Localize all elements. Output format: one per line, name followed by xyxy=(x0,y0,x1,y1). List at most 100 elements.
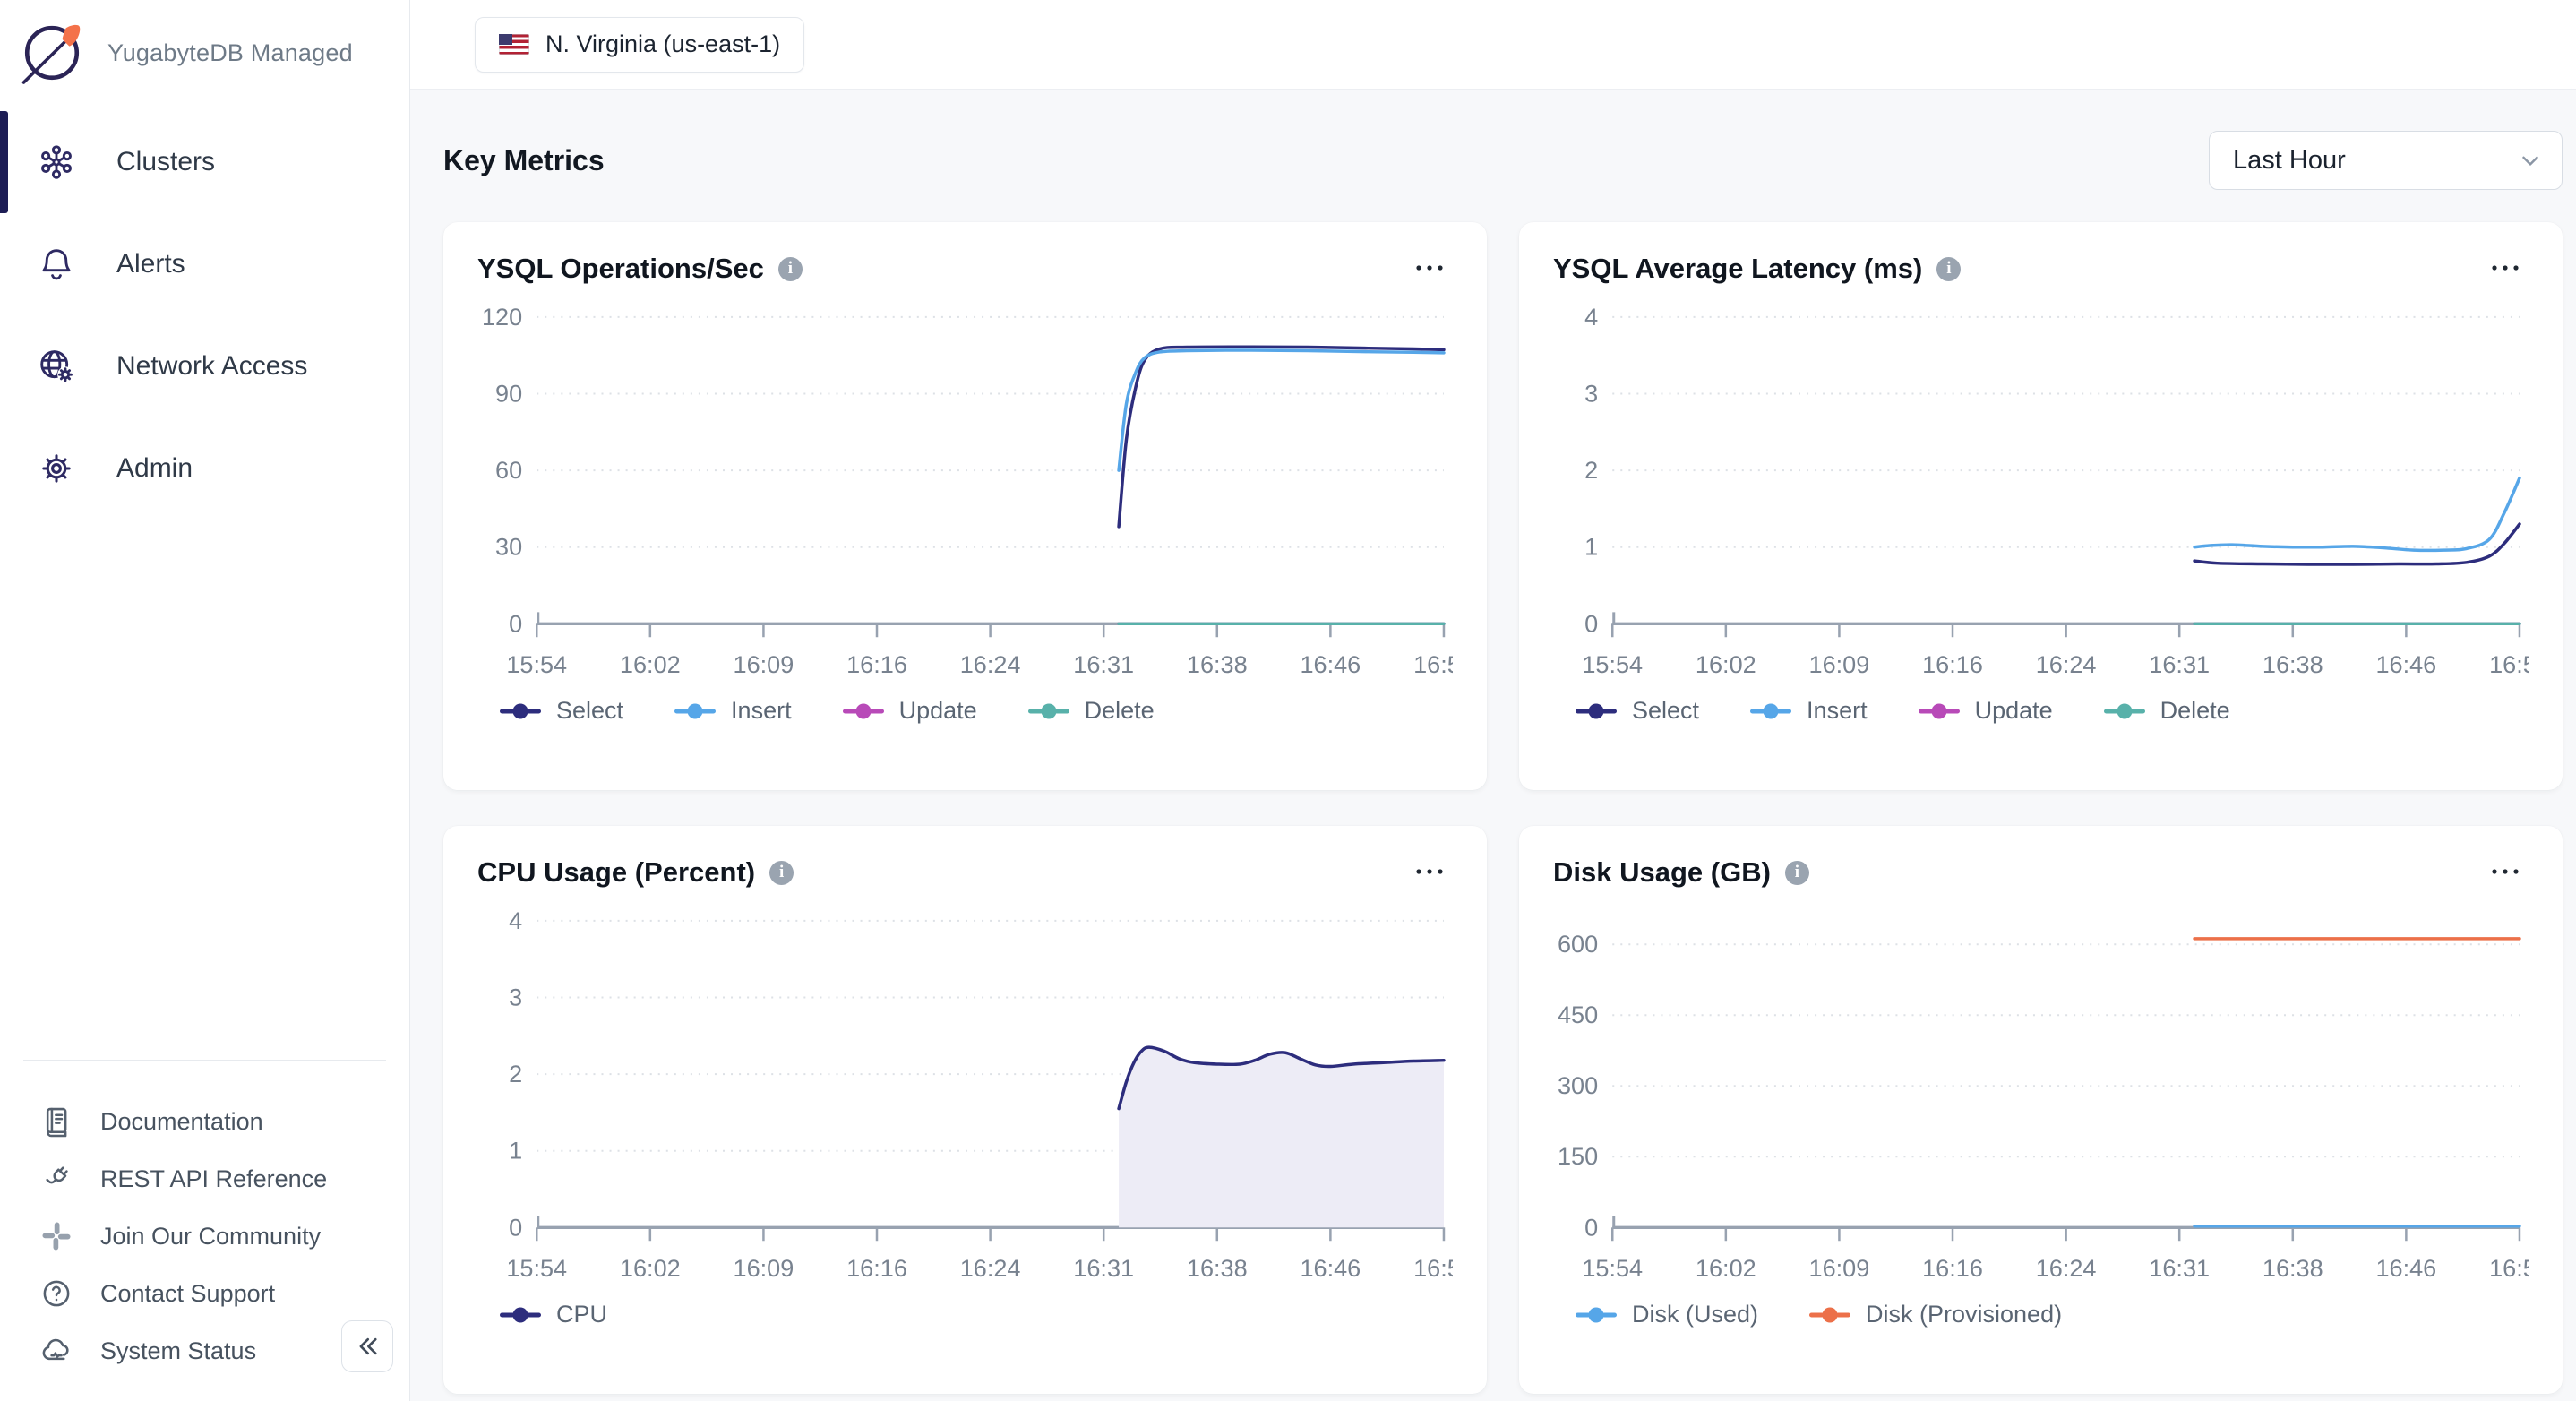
svg-text:16:09: 16:09 xyxy=(734,1255,794,1282)
svg-text:16:16: 16:16 xyxy=(846,1255,907,1282)
sidebar-item-label: Network Access xyxy=(116,351,307,382)
legend-item-insert[interactable]: Insert xyxy=(674,697,792,725)
svg-text:0: 0 xyxy=(1584,610,1598,637)
main-area: N. Virginia (us-east-1) Key Metrics Last… xyxy=(410,0,2576,1401)
card-header: Disk Usage (GB) i xyxy=(1553,856,2529,889)
svg-text:30: 30 xyxy=(495,534,522,561)
legend-label: Insert xyxy=(731,697,792,725)
legend-marker xyxy=(1808,1305,1851,1325)
link-label: Contact Support xyxy=(100,1280,275,1308)
info-icon[interactable]: i xyxy=(1936,257,1961,281)
card-title: Disk Usage (GB) xyxy=(1553,856,1771,889)
time-range-select[interactable]: Last Hour xyxy=(2209,131,2563,190)
svg-text:16:54: 16:54 xyxy=(2489,1255,2529,1282)
info-icon[interactable]: i xyxy=(769,861,794,885)
legend-label: Update xyxy=(899,697,977,725)
legend-item-select[interactable]: Select xyxy=(1575,697,1699,725)
info-icon[interactable]: i xyxy=(1785,861,1809,885)
card-header: YSQL Average Latency (ms) i xyxy=(1553,253,2529,285)
legend-item-update[interactable]: Update xyxy=(1918,697,2053,725)
legend-marker xyxy=(499,1305,542,1325)
svg-text:16:02: 16:02 xyxy=(620,651,681,678)
legend-item-select[interactable]: Select xyxy=(499,697,623,725)
sidebar-item-admin[interactable]: Admin xyxy=(0,437,409,500)
legend-label: Select xyxy=(1632,697,1699,725)
svg-text:16:24: 16:24 xyxy=(960,651,1021,678)
svg-text:15:54: 15:54 xyxy=(506,651,567,678)
svg-text:1: 1 xyxy=(1584,534,1598,561)
svg-text:16:38: 16:38 xyxy=(1187,651,1248,678)
app-title: YugabyteDB Managed xyxy=(107,39,353,67)
svg-text:1: 1 xyxy=(509,1138,522,1165)
legend-item-update[interactable]: Update xyxy=(842,697,977,725)
svg-text:2: 2 xyxy=(1584,457,1598,484)
legend-label: Update xyxy=(1975,697,2053,725)
sidebar-collapse-button[interactable] xyxy=(341,1320,393,1372)
svg-text:16:31: 16:31 xyxy=(2149,1255,2210,1282)
svg-text:3: 3 xyxy=(1584,381,1598,408)
svg-text:0: 0 xyxy=(509,1214,522,1241)
legend-item-delete[interactable]: Delete xyxy=(1027,697,1155,725)
svg-text:16:02: 16:02 xyxy=(620,1255,681,1282)
cpu-usage-chart: 0123415:5416:0216:0916:1616:2416:3116:38… xyxy=(477,896,1453,1288)
card-ysql-latency: YSQL Average Latency (ms) i 0123415:5416… xyxy=(1519,222,2563,790)
svg-text:16:24: 16:24 xyxy=(960,1255,1021,1282)
info-icon[interactable]: i xyxy=(778,257,803,281)
link-contact-support[interactable]: Contact Support xyxy=(0,1265,409,1322)
card-menu-button[interactable] xyxy=(2482,860,2529,886)
svg-text:15:54: 15:54 xyxy=(506,1255,567,1282)
legend-item-disk-provisioned[interactable]: Disk (Provisioned) xyxy=(1808,1301,2062,1328)
link-rest-api-reference[interactable]: REST API Reference xyxy=(0,1150,409,1208)
card-menu-button[interactable] xyxy=(1406,860,1453,886)
chart-legend: Disk (Used) Disk (Provisioned) xyxy=(1553,1301,2529,1328)
legend-item-insert[interactable]: Insert xyxy=(1749,697,1868,725)
svg-text:150: 150 xyxy=(1558,1143,1598,1170)
chart-legend: Select Insert Update Delete xyxy=(477,697,1453,725)
yugabytedb-logo-icon xyxy=(14,15,90,90)
link-join-our-community[interactable]: Join Our Community xyxy=(0,1208,409,1265)
svg-text:16:46: 16:46 xyxy=(1300,651,1361,678)
sidebar-item-network-access[interactable]: Network Access xyxy=(0,335,409,398)
svg-text:16:09: 16:09 xyxy=(1809,1255,1870,1282)
plug-icon xyxy=(39,1162,73,1196)
svg-text:15:54: 15:54 xyxy=(1582,651,1643,678)
sidebar-item-alerts[interactable]: Alerts xyxy=(0,233,409,296)
chart-legend: Select Insert Update Delete xyxy=(1553,697,2529,725)
card-menu-button[interactable] xyxy=(2482,256,2529,282)
svg-text:2: 2 xyxy=(509,1061,522,1087)
sidebar-item-clusters[interactable]: Clusters xyxy=(0,131,409,193)
card-header: YSQL Operations/Sec i xyxy=(477,253,1453,285)
link-documentation[interactable]: Documentation xyxy=(0,1093,409,1150)
link-label: System Status xyxy=(100,1337,256,1365)
card-header: CPU Usage (Percent) i xyxy=(477,856,1453,889)
legend-marker xyxy=(499,701,542,721)
legend-marker xyxy=(674,701,717,721)
us-flag-icon xyxy=(499,34,529,55)
legend-item-cpu[interactable]: CPU xyxy=(499,1301,607,1328)
svg-text:16:02: 16:02 xyxy=(1696,651,1756,678)
svg-text:16:24: 16:24 xyxy=(2036,1255,2097,1282)
link-label: Documentation xyxy=(100,1108,263,1136)
card-menu-button[interactable] xyxy=(1406,256,1453,282)
chevron-down-icon xyxy=(2517,147,2544,174)
legend-marker xyxy=(1575,1305,1618,1325)
sidebar: YugabyteDB Managed Clusters xyxy=(0,0,410,1401)
svg-text:16:46: 16:46 xyxy=(1300,1255,1361,1282)
legend-marker xyxy=(1918,701,1961,721)
svg-text:120: 120 xyxy=(482,304,522,331)
region-badge[interactable]: N. Virginia (us-east-1) xyxy=(475,17,804,73)
ysql-operations-chart: 030609012015:5416:0216:0916:1616:2416:31… xyxy=(477,292,1453,684)
legend-marker xyxy=(1027,701,1070,721)
svg-text:16:38: 16:38 xyxy=(1187,1255,1248,1282)
legend-item-disk-used[interactable]: Disk (Used) xyxy=(1575,1301,1758,1328)
bell-icon xyxy=(36,244,77,285)
disk-usage-chart: 015030045060015:5416:0216:0916:1616:2416… xyxy=(1553,896,2529,1288)
svg-text:16:02: 16:02 xyxy=(1696,1255,1756,1282)
time-range-value: Last Hour xyxy=(2233,146,2346,176)
svg-text:60: 60 xyxy=(495,457,522,484)
card-disk-usage: Disk Usage (GB) i 015030045060015:5416:0… xyxy=(1519,826,2563,1394)
page-title: Key Metrics xyxy=(443,144,605,177)
legend-item-delete[interactable]: Delete xyxy=(2103,697,2230,725)
chevrons-left-icon xyxy=(352,1331,382,1362)
book-icon xyxy=(39,1104,73,1139)
